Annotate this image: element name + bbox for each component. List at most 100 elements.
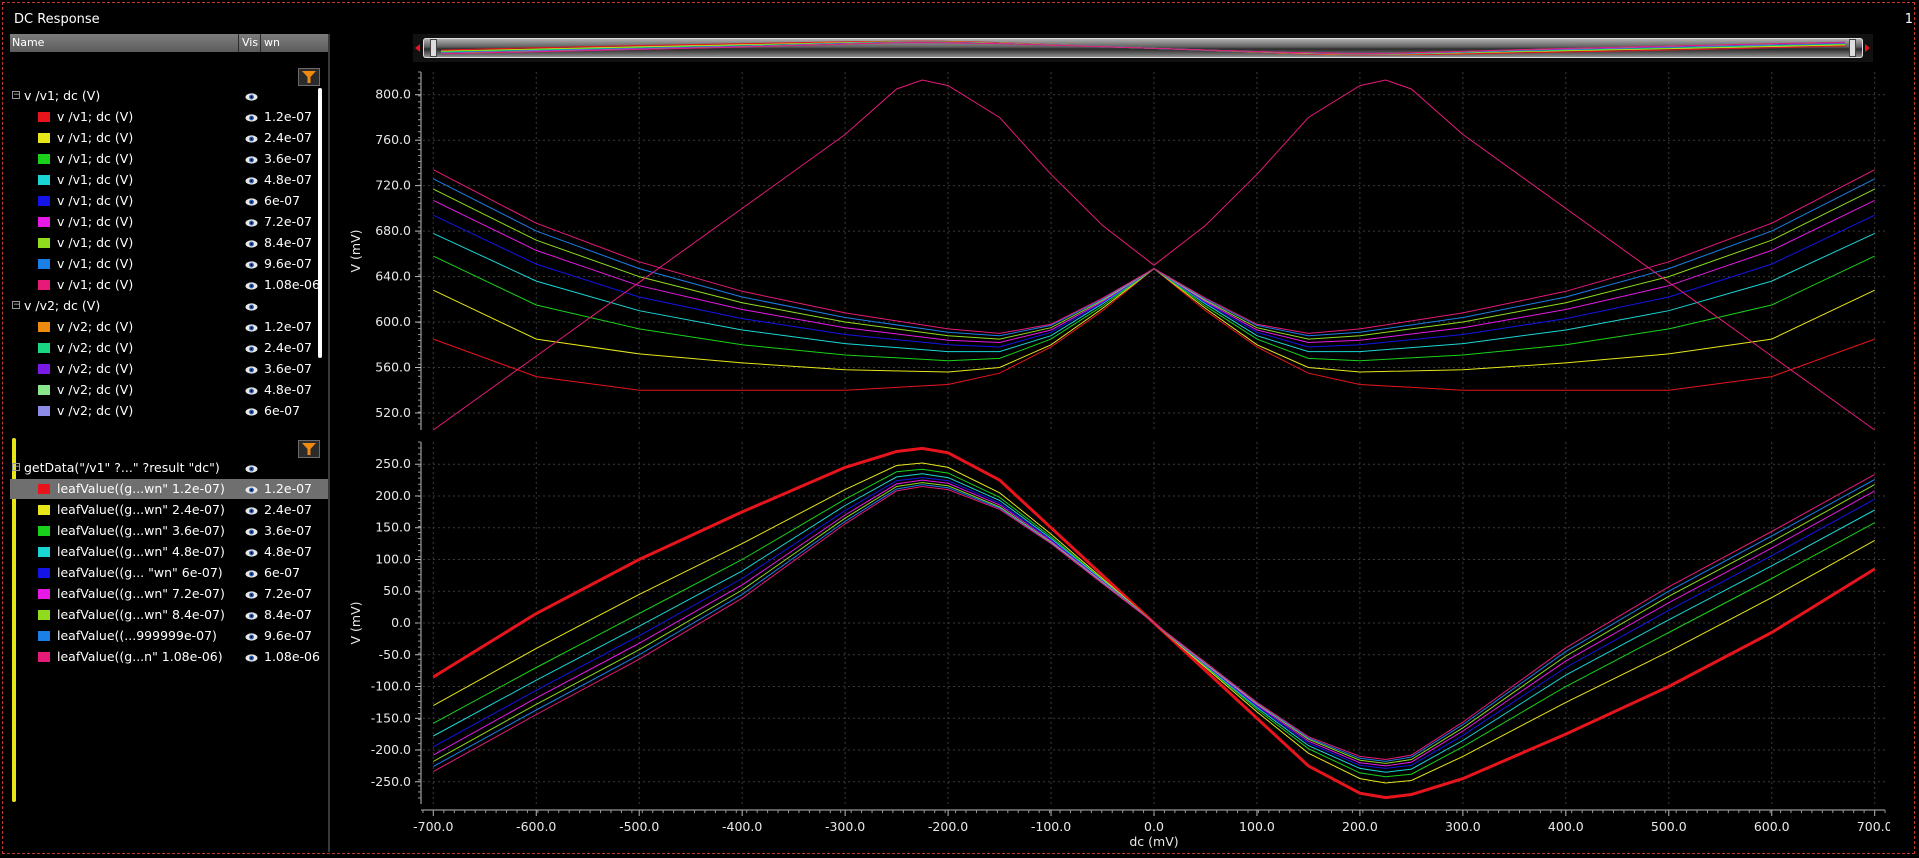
tree-item-row[interactable]: leafValue((g...n" 1.08e-06) 1.08e-06 [10, 647, 328, 667]
tree-item-row[interactable]: leafValue((g...wn" 7.2e-07) 7.2e-07 [10, 584, 328, 604]
visibility-eye-icon[interactable] [245, 132, 258, 147]
trace-color-swatch [38, 484, 50, 494]
visibility-eye-icon[interactable] [245, 483, 258, 498]
visibility-eye-icon[interactable] [245, 462, 258, 477]
visibility-eye-icon[interactable] [245, 258, 258, 273]
trace-name: v /v1; dc (V) [57, 109, 134, 124]
tree-item-row[interactable]: leafValue((g...wn" 4.8e-07) 4.8e-07 [10, 542, 328, 562]
tree-item-row[interactable]: v /v1; dc (V) 6e-07 [10, 191, 328, 211]
tree-item-row[interactable]: v /v2; dc (V) 1.2e-07 [10, 317, 328, 337]
tree-item-row[interactable]: v /v2; dc (V) 6e-07 [10, 401, 328, 421]
x-range-scrubber[interactable] [413, 34, 1873, 62]
visibility-eye-icon[interactable] [245, 216, 258, 231]
x-tick-label: -700.0 [413, 819, 453, 834]
visibility-eye-icon[interactable] [245, 405, 258, 420]
visibility-eye-icon[interactable] [245, 237, 258, 252]
column-name-header[interactable]: Name [12, 36, 44, 49]
tree-group-row[interactable]: − getData("/v1" ?..." ?result "dc") [10, 458, 328, 478]
visibility-eye-icon[interactable] [245, 279, 258, 294]
tree-item-row[interactable]: v /v1; dc (V) 1.2e-07 [10, 107, 328, 127]
trace-color-swatch [38, 343, 50, 353]
visibility-eye-icon[interactable] [245, 567, 258, 582]
tree-item-row[interactable]: v /v1; dc (V) 9.6e-07 [10, 254, 328, 274]
tree-item-row[interactable]: v /v1; dc (V) 8.4e-07 [10, 233, 328, 253]
filter-button-bottom[interactable] [298, 440, 320, 458]
tree-item-row[interactable]: v /v2; dc (V) 3.6e-07 [10, 359, 328, 379]
x-tick-label: 100.0 [1239, 819, 1275, 834]
trace-wn-value: 3.6e-07 [264, 151, 312, 166]
visibility-eye-icon[interactable] [245, 588, 258, 603]
scrubber-right-arrow-icon[interactable] [1865, 44, 1870, 52]
trace-color-swatch [38, 406, 50, 416]
trace-name: v /v1; dc (V) [57, 193, 134, 208]
tree-collapse-icon[interactable]: − [12, 463, 21, 472]
tree-item-row[interactable]: v /v2; dc (V) 4.8e-07 [10, 380, 328, 400]
trace-color-swatch [38, 385, 50, 395]
tree-item-row[interactable]: v /v1; dc (V) 3.6e-07 [10, 149, 328, 169]
visibility-eye-icon[interactable] [245, 153, 258, 168]
visibility-eye-icon[interactable] [245, 195, 258, 210]
tree-item-row[interactable]: leafValue((g...wn" 2.4e-07) 2.4e-07 [10, 500, 328, 520]
series-line [433, 267, 1875, 391]
trace-wn-value: 2.4e-07 [264, 502, 312, 517]
y-tick-label: -250.0 [371, 774, 411, 789]
tree-collapse-icon[interactable]: − [12, 91, 21, 100]
scrubber-left-arrow-icon[interactable] [415, 44, 420, 52]
trace-name: leafValue((g...wn" 1.2e-07) [57, 481, 225, 496]
tree-item-row[interactable]: v /v1; dc (V) 7.2e-07 [10, 212, 328, 232]
scrubber-track[interactable] [423, 38, 1863, 58]
visibility-eye-icon[interactable] [245, 321, 258, 336]
tree-item-row[interactable]: leafValue((g... "wn" 6e-07) 6e-07 [10, 563, 328, 583]
trace-name: v /v2; dc (V) [57, 319, 134, 334]
visibility-eye-icon[interactable] [245, 300, 258, 315]
tree-item-row[interactable]: v /v1; dc (V) 4.8e-07 [10, 170, 328, 190]
tree-collapse-icon[interactable]: − [12, 301, 21, 310]
tree-group-row[interactable]: − v /v1; dc (V) [10, 86, 328, 106]
tree-item-row[interactable]: leafValue((g...wn" 1.2e-07) 1.2e-07 [10, 479, 328, 499]
trace-color-swatch [38, 526, 50, 536]
tree-item-row[interactable]: leafValue((...999999e-07) 9.6e-07 [10, 626, 328, 646]
scrubber-left-handle[interactable] [430, 39, 437, 57]
filter-icon [302, 71, 316, 83]
visibility-eye-icon[interactable] [245, 504, 258, 519]
visibility-eye-icon[interactable] [245, 546, 258, 561]
plot-area: 520.0 560.0 600.0 640.0 680.0 720.0 760.0 800.0… [330, 62, 1890, 858]
trace-wn-value: 4.8e-07 [264, 172, 312, 187]
visibility-eye-icon[interactable] [245, 90, 258, 105]
column-separator[interactable] [238, 34, 239, 52]
scrubber-right-handle[interactable] [1849, 39, 1856, 57]
trace-name: getData("/v1" ?..." ?result "dc") [24, 460, 220, 475]
visibility-eye-icon[interactable] [245, 174, 258, 189]
x-tick-label: -100.0 [1031, 819, 1071, 834]
column-separator[interactable] [260, 34, 261, 52]
trace-wn-value: 1.08e-06 [264, 649, 320, 664]
trace-wn-value: 7.2e-07 [264, 586, 312, 601]
tree-item-row[interactable]: v /v1; dc (V) 1.08e-06 [10, 275, 328, 295]
tree-item-row[interactable]: leafValue((g...wn" 3.6e-07) 3.6e-07 [10, 521, 328, 541]
visibility-eye-icon[interactable] [245, 342, 258, 357]
tree-item-row[interactable]: v /v2; dc (V) 2.4e-07 [10, 338, 328, 358]
tree-item-row[interactable]: v /v1; dc (V) 2.4e-07 [10, 128, 328, 148]
visibility-eye-icon[interactable] [245, 630, 258, 645]
column-vis-header[interactable]: Vis [242, 36, 258, 49]
trace-name: v /v1; dc (V) [57, 214, 134, 229]
filter-button-top[interactable] [298, 68, 320, 86]
trace-color-swatch [38, 505, 50, 515]
visibility-eye-icon[interactable] [245, 363, 258, 378]
tree-group-row[interactable]: − v /v2; dc (V) [10, 296, 328, 316]
trace-name: v /v1; dc (V) [57, 256, 134, 271]
visibility-eye-icon[interactable] [245, 111, 258, 126]
visibility-eye-icon[interactable] [245, 525, 258, 540]
series-line [433, 267, 1875, 373]
x-tick-label: -600.0 [516, 819, 556, 834]
visibility-eye-icon[interactable] [245, 609, 258, 624]
trace-color-swatch [38, 652, 50, 662]
y-tick-label: -50.0 [379, 647, 411, 662]
y-tick-label: 800.0 [375, 87, 411, 102]
visibility-eye-icon[interactable] [245, 384, 258, 399]
trace-color-swatch [38, 112, 50, 122]
tree-item-row[interactable]: leafValue((g...wn" 8.4e-07) 8.4e-07 [10, 605, 328, 625]
visibility-eye-icon[interactable] [245, 651, 258, 666]
column-wn-header[interactable]: wn [264, 36, 280, 49]
window-title: DC Response [14, 12, 100, 27]
